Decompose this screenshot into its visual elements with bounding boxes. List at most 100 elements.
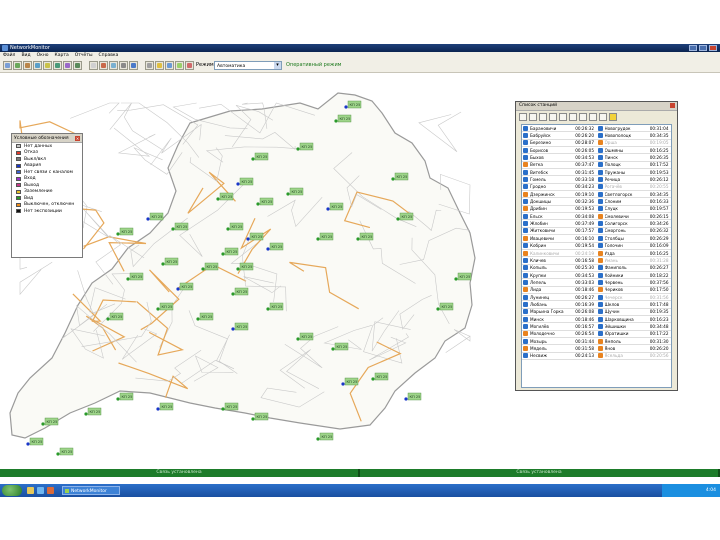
station-list-item[interactable]: Светлогорск 00:34:35 [596, 191, 671, 199]
grid-icon[interactable] [109, 61, 118, 70]
station-list-item[interactable]: Минск 00:18:46 [522, 316, 597, 324]
station-list-item[interactable]: Крупки 00:34:53 [522, 272, 597, 280]
station-list-item[interactable]: Червень 00:37:56 [596, 279, 671, 287]
station-marker[interactable]: КП 25 [26, 437, 44, 446]
station-marker[interactable]: КП 25 [316, 432, 334, 441]
station-list-item[interactable]: Ельск 00:34:08 [522, 213, 597, 221]
station-list-item[interactable]: Быхов 00:34:53 [522, 154, 597, 162]
station-list-item[interactable]: Хойники 00:18:22 [596, 272, 671, 280]
station-list-item[interactable]: Шклов 00:17:48 [596, 301, 671, 309]
close-button[interactable] [709, 45, 717, 51]
open-icon[interactable] [3, 61, 12, 70]
station-list-item[interactable]: Кличев 00:16:58 [522, 257, 597, 265]
station-list-item[interactable]: Чечерск 00:31:56 [596, 294, 671, 302]
station-list-item[interactable]: Барановичи 00:26:32 [522, 125, 597, 133]
minimize-button[interactable] [689, 45, 697, 51]
station-list-item[interactable]: Фаниполь 00:26:27 [596, 265, 671, 272]
station-list-item[interactable]: Шарковщина 00:16:23 [596, 316, 671, 324]
mode-select[interactable]: Автоматика ▾ [214, 61, 282, 70]
lightbulb-icon[interactable] [609, 113, 617, 121]
print-icon[interactable] [23, 61, 32, 70]
menu-reports[interactable]: Отчёты [75, 52, 93, 59]
search-icon[interactable] [129, 61, 138, 70]
panel-tool-icon[interactable] [549, 113, 557, 121]
menu-map[interactable]: Карта [55, 52, 69, 59]
taskbar-app-button[interactable]: NetworkMonitor [62, 486, 120, 495]
panel-tool-icon[interactable] [559, 113, 567, 121]
station-list-item[interactable]: Пинск 00:26:35 [596, 154, 671, 162]
station-list-item[interactable]: Лида 00:18:46 [522, 287, 597, 294]
station-list-item[interactable]: Чериков 00:17:50 [596, 287, 671, 294]
station-list-item[interactable]: Гомель 00:33:18 [522, 176, 597, 184]
chevron-down-icon[interactable]: ▾ [274, 62, 281, 69]
station-list-item[interactable]: Ямполь 00:31:30 [596, 338, 671, 346]
station-marker[interactable]: КП 25 [156, 402, 174, 411]
tools-icon[interactable] [119, 61, 128, 70]
layers-icon[interactable] [43, 61, 52, 70]
station-list-item[interactable]: Слуцк 00:19:57 [596, 206, 671, 214]
zoom-out-icon[interactable] [63, 61, 72, 70]
flag-icon[interactable] [89, 61, 98, 70]
station-list-item[interactable]: Щучин 00:19:35 [596, 309, 671, 316]
stations-panel[interactable]: Список станций Барановичи 00:26:32 Новогру… [515, 101, 678, 391]
map-area[interactable]: КП 25 КП 25 КП 25 КП 25 КП 25 КП 25 КП 25 КП 25… [0, 73, 720, 497]
station-list-item[interactable]: Рогачёв 00:20:55 [596, 184, 671, 192]
station-list-item[interactable]: Могилёв 00:16:57 [522, 323, 597, 331]
station-marker[interactable]: КП 25 [146, 212, 164, 221]
station-list-item[interactable]: Копыль 00:25:30 [522, 265, 597, 272]
list-icon[interactable] [165, 61, 174, 70]
station-list-item[interactable]: Несвиж 00:24:13 [522, 353, 597, 360]
station-list-item[interactable]: Солигорск 00:34:26 [596, 220, 671, 228]
station-list-item[interactable]: Гродно 00:34:23 [522, 184, 597, 192]
quicklaunch-icon[interactable] [27, 487, 34, 494]
station-list-item[interactable]: Кобрин 00:19:54 [522, 243, 597, 250]
filter-icon[interactable] [99, 61, 108, 70]
menu-file[interactable]: Файл [3, 52, 15, 59]
station-marker[interactable]: КП 25 [84, 407, 102, 416]
station-list-item[interactable]: Орша 00:19:05 [596, 140, 671, 148]
station-marker[interactable]: КП 25 [116, 227, 134, 236]
panel-tool-icon[interactable] [539, 113, 547, 121]
panel-tool-icon[interactable] [589, 113, 597, 121]
quicklaunch-icon[interactable] [37, 487, 44, 494]
station-list-item[interactable]: Борисов 00:26:05 [522, 147, 597, 155]
station-list-item[interactable]: Ивацевичи 00:16:10 [522, 235, 597, 243]
panel-tool-icon[interactable] [519, 113, 527, 121]
station-marker[interactable]: КП 25 [116, 392, 134, 401]
station-list-item[interactable]: Мозырь 00:31:44 [522, 338, 597, 346]
settings-icon[interactable] [145, 61, 154, 70]
station-list-item[interactable]: Янов 00:26:20 [596, 345, 671, 353]
station-list-item[interactable]: Дзержинск 00:19:10 [522, 191, 597, 199]
panel-close-button[interactable] [670, 103, 675, 108]
station-list-item[interactable]: Дрибин 00:19:53 [522, 206, 597, 214]
station-list-item[interactable]: Новополоцк 00:34:35 [596, 132, 671, 140]
station-list-item[interactable]: Витебск 00:31:45 [522, 169, 597, 177]
station-list-item[interactable]: Лунинец 00:26:27 [522, 294, 597, 302]
station-list-item[interactable]: Молодечно 00:26:54 [522, 331, 597, 338]
chart-icon[interactable] [175, 61, 184, 70]
station-list-item[interactable]: Столбцы 00:26:29 [596, 235, 671, 243]
station-list-item[interactable]: Речица 00:26:12 [596, 176, 671, 184]
maximize-button[interactable] [699, 45, 707, 51]
station-marker[interactable]: КП 25 [56, 447, 74, 456]
legend-close-button[interactable]: × [75, 135, 80, 141]
menu-window[interactable]: Окно [37, 52, 49, 59]
menu-view[interactable]: Вид [21, 52, 30, 59]
panel-tool-icon[interactable] [599, 113, 607, 121]
quicklaunch-icon[interactable] [47, 487, 54, 494]
legend-panel[interactable]: Условные обозначения × Нет данных Отказ Вы… [11, 133, 83, 258]
panel-tool-icon[interactable] [529, 113, 537, 121]
help-icon[interactable] [185, 61, 194, 70]
station-list-item[interactable]: Бабруйск 00:26:20 [522, 132, 597, 140]
station-list-item[interactable]: Умань 00:31:28 [596, 257, 671, 265]
menu-help[interactable]: Справка [99, 52, 119, 59]
station-list-item[interactable]: Любань 00:16:39 [522, 301, 597, 309]
station-list-item[interactable]: Толочин 00:16:09 [596, 243, 671, 250]
map-icon[interactable] [33, 61, 42, 70]
station-list-item[interactable]: Пружаны 00:19:53 [596, 169, 671, 177]
zoom-in-icon[interactable] [53, 61, 62, 70]
panel-tool-icon[interactable] [579, 113, 587, 121]
station-list-item[interactable]: Жлобин 00:37:49 [522, 220, 597, 228]
station-list-item[interactable]: Марьина Горка 00:26:08 [522, 309, 597, 316]
station-list-item[interactable]: Докшицы 00:32:36 [522, 198, 597, 206]
